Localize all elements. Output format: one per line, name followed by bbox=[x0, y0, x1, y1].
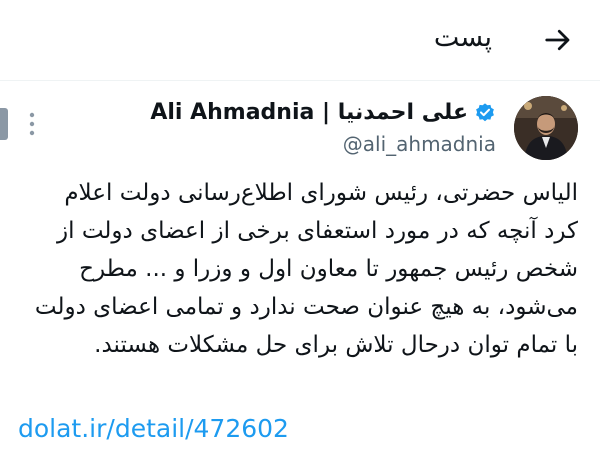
arrow-right-icon bbox=[545, 29, 570, 51]
avatar[interactable] bbox=[514, 96, 578, 160]
tweet-text-line: الیاس حضرتی، رئیس شورای اطلاع‌رسانی دولت… bbox=[64, 180, 578, 206]
author-line: Ali Ahmadnia | علی احمدنیا bbox=[150, 100, 496, 125]
author-name[interactable]: Ali Ahmadnia | علی احمدنیا bbox=[150, 100, 468, 125]
tweet-text: الیاس حضرتی، رئیس شورای اطلاع‌رسانی دولت… bbox=[16, 174, 578, 364]
verified-badge-icon bbox=[476, 102, 494, 121]
author-photo bbox=[514, 96, 578, 160]
scrollbar-handle[interactable] bbox=[0, 108, 8, 140]
page-title: پست bbox=[433, 22, 492, 53]
back-button[interactable] bbox=[538, 20, 578, 60]
tweet-text-line: کرد آنچه که در مورد استعفای برخی از اعضا… bbox=[57, 218, 578, 244]
tweet-text-line: شخص رئیس جمهور تا معاون اول و وزرا و ...… bbox=[79, 256, 578, 282]
more-vertical-icon bbox=[29, 112, 35, 136]
author-handle[interactable]: @ali_ahmadnia bbox=[343, 132, 496, 156]
tweet-text-line: می‌شود، به هیچ عنوان صحت ندارد و تمامی ا… bbox=[34, 294, 578, 320]
more-options-button[interactable] bbox=[20, 106, 44, 142]
top-bar: پست bbox=[0, 0, 600, 81]
tweet-link[interactable]: dolat.ir/detail/472602 bbox=[18, 414, 289, 443]
tweet-text-line: با تمام توان درحال تلاش برای حل مشکلات ه… bbox=[94, 332, 578, 358]
